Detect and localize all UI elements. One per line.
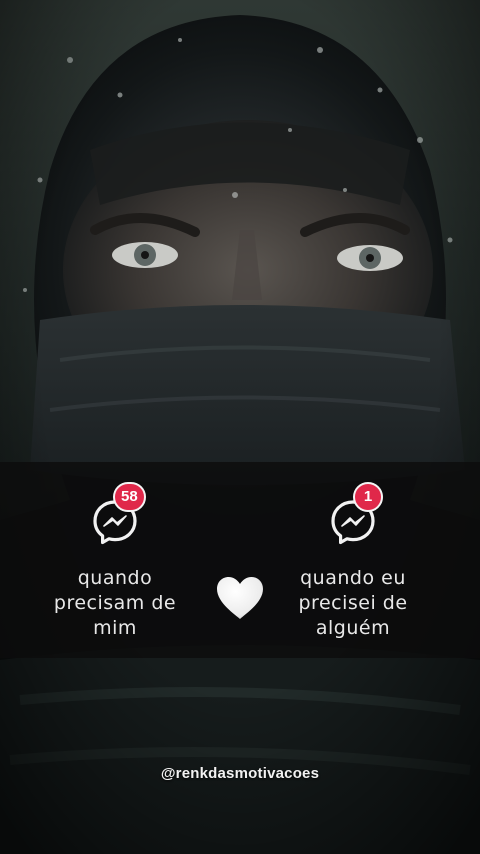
notification-badge: 1	[353, 482, 383, 512]
reel-frame: 58 quando precisam de mim 1 quando eu pr…	[0, 0, 480, 854]
right-icon-wrap: 1	[323, 482, 383, 554]
creator-handle: @renkdasmotivacoes	[160, 765, 320, 782]
left-caption: quando precisam de mim	[53, 567, 177, 639]
right-caption: quando eu precisei de alguém	[298, 567, 408, 639]
white-heart-icon	[217, 577, 263, 619]
right-message-group: 1 quando eu precisei de alguém	[268, 482, 438, 641]
hooded-man-photo	[0, 0, 480, 854]
notification-badge: 58	[113, 482, 146, 512]
left-message-group: 58 quando precisam de mim	[30, 482, 200, 641]
left-icon-wrap: 58	[85, 482, 146, 554]
